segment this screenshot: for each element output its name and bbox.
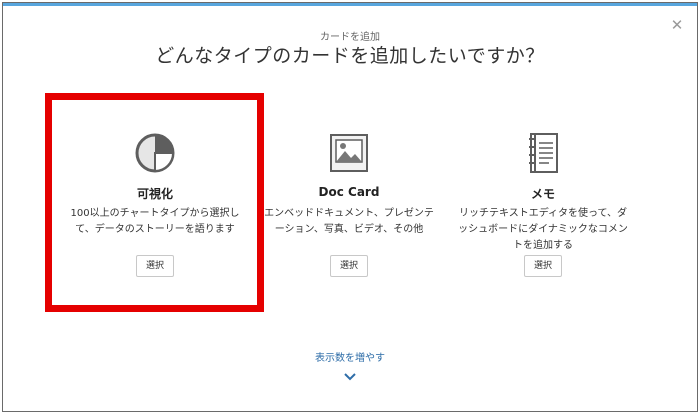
dialog-title: どんなタイプのカードを追加したいですか？ bbox=[155, 45, 545, 67]
card-description: リッチテキストエディタを使って、ダッシュボードにダイナミックなコメントを追加する bbox=[458, 208, 628, 251]
card-description: エンベッドドキュメント、プレゼンテーション、写真、ビデオ、その他 bbox=[264, 208, 434, 235]
image-document-icon bbox=[325, 129, 373, 177]
card-visualization[interactable]: 可視化 100以上のチャートタイプから選択して、データのストーリーを語ります 選… bbox=[56, 113, 254, 293]
card-title: Doc Card bbox=[318, 185, 380, 199]
select-button-memo[interactable]: 選択 bbox=[524, 255, 562, 277]
card-memo[interactable]: メモ リッチテキストエディタを使って、ダッシュボードにダイナミックなコメントを追… bbox=[444, 113, 642, 293]
select-button-doc[interactable]: 選択 bbox=[330, 255, 368, 277]
pie-chart-icon bbox=[131, 129, 179, 177]
select-button-visualization[interactable]: 選択 bbox=[136, 255, 174, 277]
card-doc[interactable]: Doc Card エンベッドドキュメント、プレゼンテーション、写真、ビデオ、その… bbox=[250, 113, 448, 293]
notebook-icon bbox=[519, 129, 567, 177]
card-title: 可視化 bbox=[136, 187, 173, 201]
show-more-link[interactable]: 表示数を増やす bbox=[3, 349, 697, 364]
chevron-down-icon[interactable] bbox=[343, 367, 357, 381]
card-title: メモ bbox=[530, 187, 555, 201]
card-description: 100以上のチャートタイプから選択して、データのストーリーを語ります bbox=[70, 208, 240, 235]
add-card-dialog: ✕ カードを追加 どんなタイプのカードを追加したいですか？ 可視化 100以上の… bbox=[2, 2, 698, 412]
dialog-top-accent bbox=[3, 3, 697, 6]
